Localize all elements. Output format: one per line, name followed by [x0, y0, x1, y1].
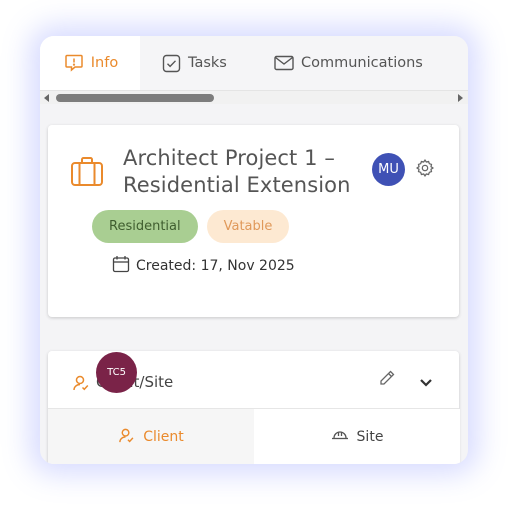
- horizontal-scrollbar[interactable]: [40, 90, 468, 104]
- tab-site[interactable]: Site: [254, 409, 460, 464]
- app-frame: Info Tasks Communications Architect Proj…: [40, 36, 468, 464]
- project-card: Architect Project 1 – Residential Extens…: [48, 125, 459, 317]
- avatar[interactable]: MU: [372, 153, 405, 186]
- created-text: Created: 17, Nov 2025: [136, 258, 295, 274]
- badge-residential: Residential: [92, 210, 198, 243]
- tab-bar: Info Tasks Communications: [40, 36, 468, 90]
- client-site-tabs: Client Site: [48, 408, 460, 464]
- badge-vatable: Vatable: [206, 210, 290, 243]
- tab-label: Communications: [301, 55, 423, 71]
- tab-label: Tasks: [188, 55, 227, 71]
- scroll-right-arrow[interactable]: [458, 94, 463, 102]
- tab-tasks[interactable]: Tasks: [162, 36, 227, 90]
- site-helmet-icon: [331, 427, 349, 447]
- gear-icon[interactable]: [415, 158, 435, 182]
- calendar-icon: [112, 255, 130, 277]
- tab-info[interactable]: Info: [40, 36, 140, 90]
- client-person-icon: [72, 374, 90, 396]
- tab-label: Info: [90, 55, 119, 71]
- badge-list: Residential Vatable: [92, 210, 290, 243]
- edit-pencil-icon[interactable]: [378, 369, 396, 391]
- envelope-icon: [274, 55, 294, 71]
- tab-communications[interactable]: Communications: [274, 36, 423, 90]
- tab-label: Client: [143, 429, 184, 445]
- checkbox-icon: [162, 54, 181, 73]
- client-site-section: Client/Site TC5 Client: [48, 351, 460, 464]
- scrollbar-thumb[interactable]: [56, 94, 214, 102]
- tab-label: Site: [356, 429, 384, 445]
- client-person-icon: [118, 427, 135, 448]
- project-title: Architect Project 1 – Residential Extens…: [123, 145, 373, 199]
- created-date: Created: 17, Nov 2025: [112, 255, 295, 277]
- tab-client[interactable]: Client: [48, 409, 254, 464]
- briefcase-icon: [70, 155, 104, 191]
- info-chat-icon: [64, 53, 84, 73]
- project-title-line-1: Architect Project 1 –: [123, 146, 335, 170]
- project-title-line-2: Residential Extension: [123, 173, 351, 197]
- scroll-left-arrow[interactable]: [44, 94, 49, 102]
- avatar[interactable]: TC5: [96, 352, 137, 393]
- chevron-down-icon[interactable]: [419, 373, 433, 392]
